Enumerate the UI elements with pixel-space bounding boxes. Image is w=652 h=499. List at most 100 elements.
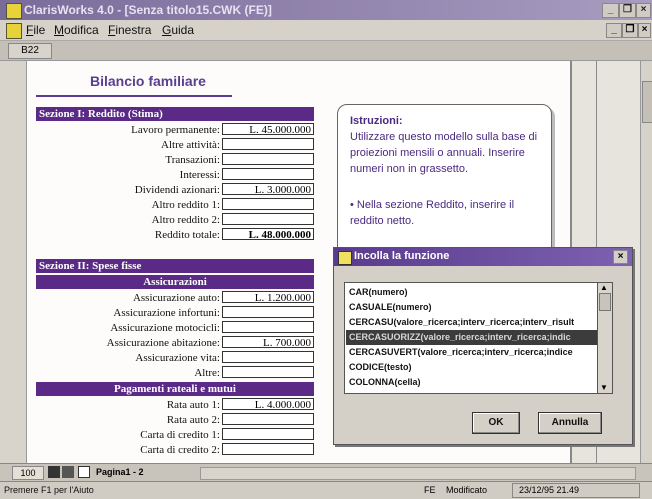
zoom-in-icon[interactable] <box>62 466 74 478</box>
function-item[interactable]: COLONNA(cella) <box>349 375 605 390</box>
entry-bar: B22 <box>0 41 652 61</box>
expense-row: Assicurazione infortuni: <box>36 306 314 320</box>
income-row: Altre attività: <box>36 138 314 152</box>
ok-button[interactable]: OK <box>472 412 520 434</box>
row-value[interactable] <box>222 443 314 455</box>
status-fe: FE <box>424 485 436 495</box>
row-value[interactable]: L. 48.000.000 <box>222 228 314 241</box>
menu-file[interactable]: File <box>26 23 45 37</box>
status-modified: Modificato <box>446 485 488 495</box>
dialog-title: Incolla la funzione <box>354 250 450 262</box>
income-row: Altro reddito 1: <box>36 198 314 212</box>
row-label: Carta di credito 1: <box>140 429 220 441</box>
row-value[interactable] <box>222 198 314 210</box>
payment-row: Carta di credito 1: <box>36 428 314 442</box>
menu-finestra[interactable]: Finestra <box>108 23 151 37</box>
section1-header: Sezione I: Reddito (Stima) <box>36 107 314 121</box>
row-gutter <box>0 61 27 463</box>
function-item[interactable]: CERCASU(valore_ricerca;interv_ricerca;in… <box>349 315 605 330</box>
row-value[interactable]: L. 45.000.000 <box>222 123 314 136</box>
function-item-selected[interactable]: CERCASUORIZZ(valore_ricerca;interv_ricer… <box>346 330 605 345</box>
row-label: Interessi: <box>179 169 220 181</box>
row-value[interactable] <box>222 153 314 165</box>
row-label: Dividendi azionari: <box>134 184 220 196</box>
row-label: Rata auto 1: <box>166 399 220 411</box>
function-item[interactable]: CODICE(testo) <box>349 360 605 375</box>
row-label: Assicurazione infortuni: <box>113 307 220 319</box>
row-value[interactable]: L. 1.200.000 <box>222 291 314 304</box>
dialog-close-button[interactable]: × <box>613 250 628 264</box>
vertical-scrollbar[interactable] <box>640 61 652 463</box>
row-value[interactable] <box>222 306 314 318</box>
restore-button[interactable]: ❐ <box>619 3 636 18</box>
doc-close-button[interactable]: × <box>638 23 651 38</box>
doc-minimize-button[interactable]: _ <box>606 23 622 38</box>
dialog-title-bar[interactable]: Incolla la funzione × <box>334 248 632 266</box>
status-hint: Premere F1 per l'Aiuto <box>4 485 94 495</box>
row-label: Lavoro permanente: <box>131 124 220 136</box>
doc-restore-button[interactable]: ❐ <box>622 23 638 38</box>
row-value[interactable] <box>222 366 314 378</box>
payment-row: Carta di credito 2: <box>36 443 314 457</box>
status-bar: Premere F1 per l'Aiuto FE Modificato 23/… <box>0 481 652 499</box>
row-label: Altro reddito 2: <box>151 214 220 226</box>
row-value[interactable] <box>222 428 314 440</box>
status-datetime: 23/12/95 21.49 <box>512 483 640 498</box>
income-row: Interessi: <box>36 168 314 182</box>
payments-subheader: Pagamenti rateali e mutui <box>36 382 314 396</box>
function-list[interactable]: CAR(numero) CASUALE(numero) CERCASU(valo… <box>344 282 608 394</box>
expense-row: Altre: <box>36 366 314 380</box>
minimize-button[interactable]: _ <box>602 3 619 18</box>
dialog-icon <box>338 251 352 265</box>
expense-row: Assicurazione motocicli: <box>36 321 314 335</box>
page-view-icon[interactable] <box>78 466 90 478</box>
zoom-out-icon[interactable] <box>48 466 60 478</box>
row-value[interactable] <box>222 321 314 333</box>
income-row: Altro reddito 2: <box>36 213 314 227</box>
instructions-body: Utilizzare questo modello sulla base di … <box>350 131 538 175</box>
row-label: Reddito totale: <box>154 229 220 241</box>
scroll-up-arrow-icon[interactable]: ▲ <box>599 283 609 293</box>
row-label: Assicurazione vita: <box>135 352 220 364</box>
menu-modifica[interactable]: Modifica <box>54 23 99 37</box>
list-scroll-thumb[interactable] <box>599 293 611 311</box>
page-indicator: Pagina1 - 2 <box>96 467 144 477</box>
paste-function-dialog: Incolla la funzione × CAR(numero) CASUAL… <box>333 247 633 445</box>
close-button[interactable]: × <box>636 3 651 18</box>
row-label: Carta di credito 2: <box>140 444 220 456</box>
income-row: Dividendi azionari: L. 3.000.000 <box>36 183 314 197</box>
instructions-heading: Istruzioni: <box>350 115 403 127</box>
function-item[interactable]: CERCASUVERT(valore_ricerca;interv_ricerc… <box>349 345 605 360</box>
list-scrollbar[interactable]: ▲ ▼ <box>597 282 613 394</box>
row-value[interactable] <box>222 138 314 150</box>
row-value[interactable]: L. 4.000.000 <box>222 398 314 411</box>
title-underline <box>36 95 232 97</box>
row-label: Altro reddito 1: <box>151 199 220 211</box>
zoom-level[interactable]: 100 <box>12 466 44 480</box>
row-value[interactable] <box>222 413 314 425</box>
expense-row: Assicurazione vita: <box>36 351 314 365</box>
bottom-toolbar: 100 Pagina1 - 2 <box>0 463 652 481</box>
section2-header: Sezione II: Spese fisse <box>36 259 314 273</box>
cell-reference[interactable]: B22 <box>8 43 52 59</box>
horizontal-scrollbar[interactable] <box>200 467 636 480</box>
scroll-thumb[interactable] <box>642 81 652 123</box>
row-label: Assicurazione auto: <box>132 292 220 304</box>
scroll-down-arrow-icon[interactable]: ▼ <box>599 383 609 393</box>
income-row: Transazioni: <box>36 153 314 167</box>
menu-guida[interactable]: Guida <box>162 23 194 37</box>
row-label: Rata auto 2: <box>166 414 220 426</box>
row-value[interactable] <box>222 168 314 180</box>
row-value[interactable] <box>222 351 314 363</box>
cancel-button[interactable]: Annulla <box>538 412 602 434</box>
function-item[interactable]: CASUALE(numero) <box>349 300 605 315</box>
function-item[interactable]: CAR(numero) <box>349 285 605 300</box>
row-label: Assicurazione abitazione: <box>106 337 220 349</box>
row-label: Assicurazione motocicli: <box>110 322 220 334</box>
app-icon[interactable] <box>6 3 22 19</box>
document-icon[interactable] <box>6 23 22 39</box>
row-value[interactable]: L. 3.000.000 <box>222 183 314 196</box>
window-title-bar[interactable]: ClarisWorks 4.0 - [Senza titolo15.CWK (F… <box>0 0 652 20</box>
row-value[interactable] <box>222 213 314 225</box>
row-value[interactable]: L. 700.000 <box>222 336 314 349</box>
